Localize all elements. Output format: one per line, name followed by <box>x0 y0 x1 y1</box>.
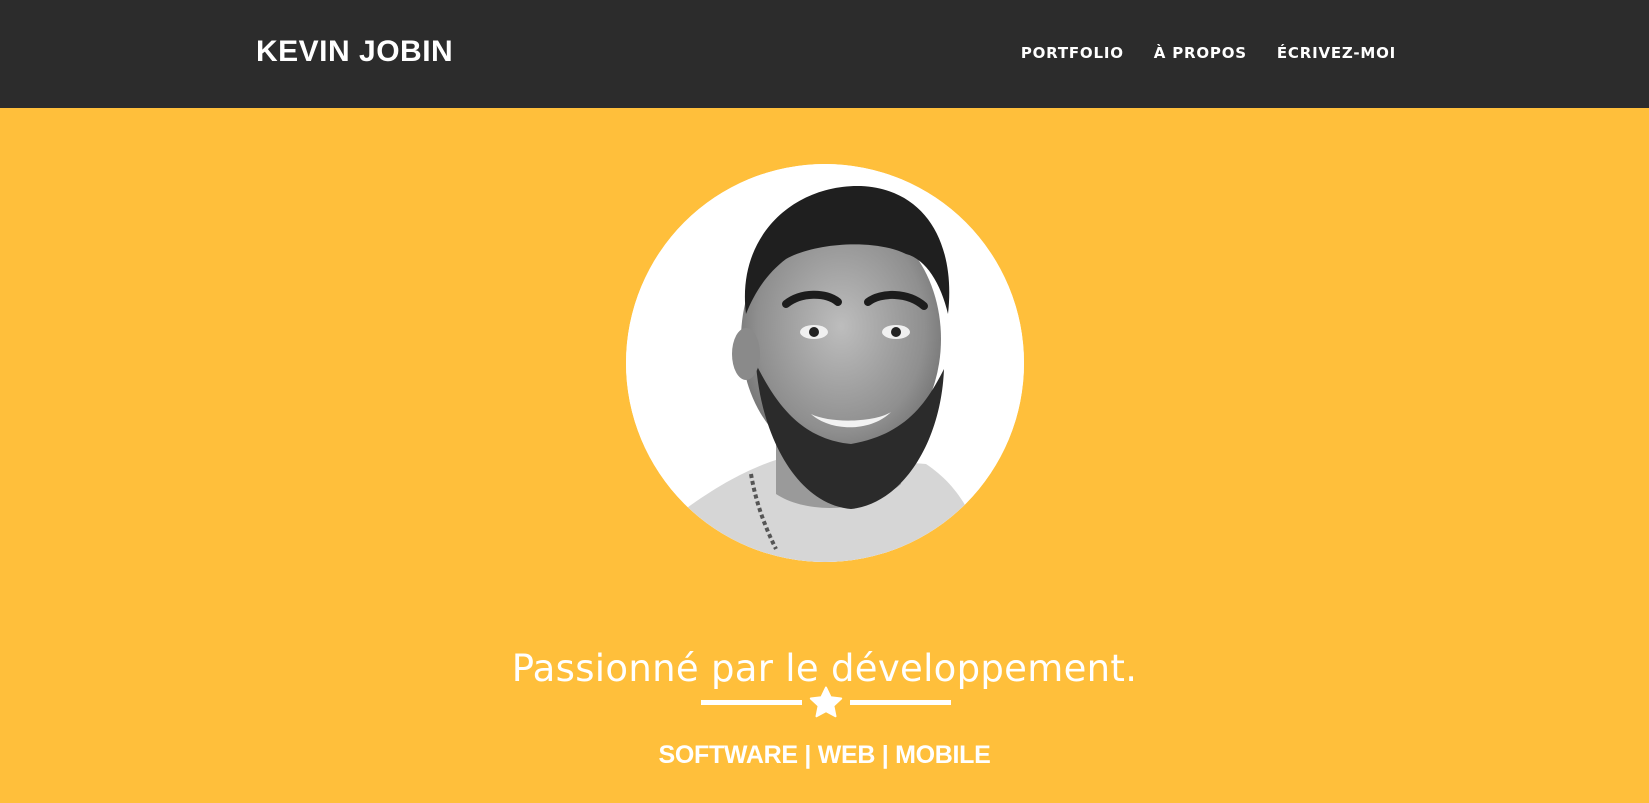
navbar: KEVIN JOBIN PORTFOLIO À PROPOS ÉCRIVEZ-M… <box>0 0 1649 108</box>
avatar <box>626 164 1024 562</box>
profile-photo <box>626 164 1024 562</box>
hero-tagline: SOFTWARE | WEB | MOBILE <box>658 741 991 769</box>
divider-line-right <box>850 700 951 705</box>
star-icon <box>809 686 843 718</box>
brand-link[interactable]: KEVIN JOBIN <box>256 32 453 72</box>
nav-link-portfolio[interactable]: PORTFOLIO <box>1021 40 1124 66</box>
star-divider <box>700 686 952 718</box>
nav-link-ecrivez-moi[interactable]: ÉCRIVEZ-MOI <box>1277 40 1396 66</box>
divider-line-left <box>701 700 802 705</box>
hero-section: Passionné par le développement. SOFTWARE… <box>0 108 1649 803</box>
nav-link-a-propos[interactable]: À PROPOS <box>1154 40 1247 66</box>
main-nav: PORTFOLIO À PROPOS ÉCRIVEZ-MOI <box>1021 40 1396 66</box>
